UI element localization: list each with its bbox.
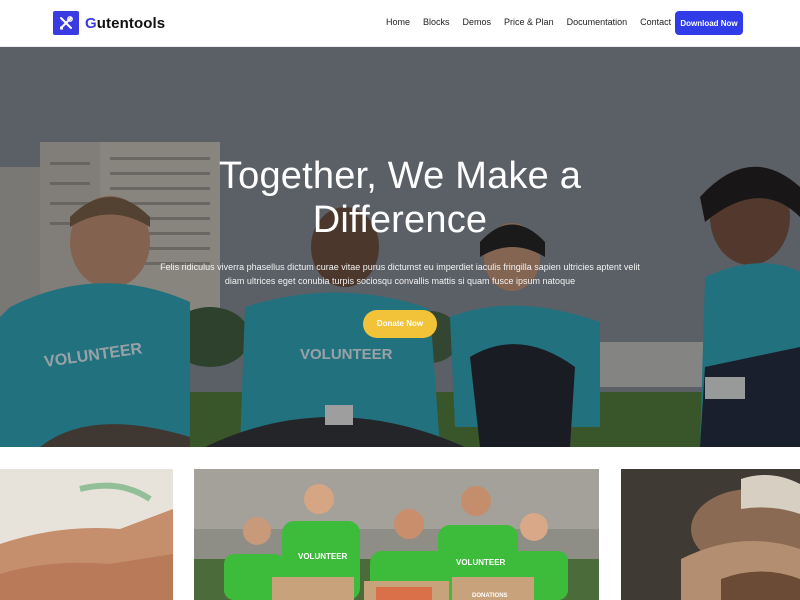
nav-blocks[interactable]: Blocks bbox=[423, 16, 450, 28]
nav-documentation[interactable]: Documentation bbox=[567, 16, 628, 28]
tools-icon bbox=[53, 11, 79, 35]
site-header: Gutentools Home Blocks Demos Price & Pla… bbox=[0, 0, 800, 47]
hero-section: VOLUNTEER VOLUNTEER Together, We Make a … bbox=[0, 47, 800, 447]
nav-contact[interactable]: Contact bbox=[640, 16, 671, 28]
site-logo[interactable]: Gutentools bbox=[53, 11, 165, 35]
nav-price-plan[interactable]: Price & Plan bbox=[504, 16, 554, 28]
logo-rest: utentools bbox=[96, 14, 166, 32]
nav-home[interactable]: Home bbox=[386, 16, 410, 28]
hero-description: Felis ridiculus viverra phasellus dictum… bbox=[160, 262, 640, 286]
download-now-button[interactable]: Download Now bbox=[675, 11, 743, 35]
card-box-text: DONATIONS bbox=[472, 593, 508, 599]
donate-now-button[interactable]: Donate Now bbox=[363, 310, 437, 338]
card-image-teamwork-hands[interactable] bbox=[621, 469, 800, 600]
card-image-hands[interactable] bbox=[0, 469, 173, 600]
card-shirt-text-2: VOLUNTEER bbox=[456, 558, 506, 567]
logo-text: Gutentools bbox=[85, 15, 165, 32]
main-nav: Home Blocks Demos Price & Plan Documenta… bbox=[386, 16, 671, 28]
hands-photo bbox=[0, 469, 173, 600]
volunteers-photo: VOLUNTEER VOLUNTEER DONATIONS bbox=[194, 469, 599, 600]
card-image-volunteers[interactable]: VOLUNTEER VOLUNTEER DONATIONS bbox=[194, 469, 599, 600]
hero-content: Together, We Make a Difference Felis rid… bbox=[0, 154, 800, 338]
nav-demos[interactable]: Demos bbox=[463, 16, 492, 28]
teamwork-photo bbox=[621, 469, 800, 600]
hero-title: Together, We Make a Difference bbox=[218, 155, 582, 241]
card-shirt-text-1: VOLUNTEER bbox=[298, 552, 348, 561]
logo-initial: G bbox=[85, 14, 97, 32]
